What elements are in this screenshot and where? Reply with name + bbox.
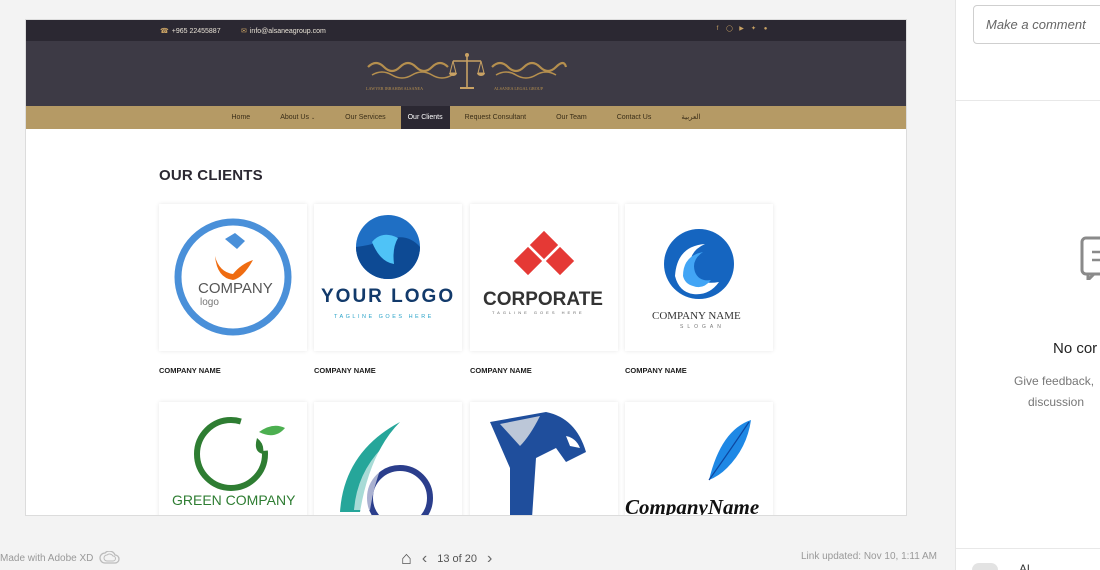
client-card[interactable] bbox=[314, 402, 462, 515]
whatsapp-icon[interactable]: ● bbox=[762, 26, 769, 33]
nav-our-clients[interactable]: Our Clients bbox=[400, 106, 450, 129]
client-card[interactable]: CORPORATE TAGLINE GOES HERE bbox=[470, 204, 618, 351]
email-contact[interactable]: ✉ info@alsaneagroup.com bbox=[241, 27, 326, 36]
nav-arabic[interactable]: العربية bbox=[666, 106, 715, 129]
logo-left-en: LAWYER IBRAHIM ALSANEA bbox=[366, 86, 423, 91]
comment-input[interactable]: Make a comment bbox=[973, 5, 1100, 44]
page-indicator: 13 of 20 bbox=[437, 552, 477, 565]
nav-arabic-label: العربية bbox=[681, 114, 701, 121]
divider bbox=[956, 100, 1100, 101]
client-name: COMPANY NAME bbox=[470, 366, 532, 375]
artboard-preview: ☎ +965 22455887 ✉ info@alsaneagroup.com … bbox=[25, 19, 907, 516]
client-logo-swoosh bbox=[340, 422, 433, 515]
nav-request-consultant[interactable]: Request Consultant bbox=[450, 106, 541, 129]
email-text: info@alsaneagroup.com bbox=[249, 27, 326, 35]
phone-text: +965 22455887 bbox=[171, 27, 221, 35]
comments-panel: Make a comment No cor Give feedback, dis… bbox=[955, 0, 1100, 570]
page-title: OUR CLIENTS bbox=[159, 167, 263, 184]
phone-contact[interactable]: ☎ +965 22455887 bbox=[160, 27, 221, 36]
no-comments-title: No cor bbox=[1053, 340, 1098, 357]
client-logo-green-company: GREEN COMPANY bbox=[172, 417, 296, 508]
client-logo-text: GREEN COMPANY bbox=[172, 492, 296, 508]
client-logo-sub: TAGLINE GOES HERE bbox=[492, 310, 585, 315]
nav-services-label: Our Services bbox=[345, 114, 386, 121]
viewer-bottom-bar: Made with Adobe XD ⌂ ‹ 13 of 20 › Link u… bbox=[0, 540, 955, 570]
client-card[interactable]: YOUR LOGO TAGLINE GOES HERE bbox=[314, 204, 462, 351]
nav-contact-label: Contact Us bbox=[616, 114, 652, 121]
made-with-label: Made with Adobe XD bbox=[0, 552, 94, 564]
creative-cloud-icon bbox=[99, 551, 121, 564]
client-logo-text: COMPANY bbox=[198, 280, 273, 297]
show-all-toggle[interactable] bbox=[972, 563, 998, 570]
twitter-icon[interactable]: ✦ bbox=[750, 26, 757, 33]
client-card[interactable] bbox=[470, 402, 618, 515]
nav-clients-label: Our Clients bbox=[407, 114, 443, 121]
social-links: f ◯ ▶ ✦ ● bbox=[714, 26, 769, 33]
hint-line-2: discussion bbox=[1028, 395, 1085, 409]
mail-icon: ✉ bbox=[241, 28, 247, 35]
toggle-label: Al bbox=[1019, 562, 1030, 570]
link-updated-text: Link updated: Nov 10, 1:11 AM bbox=[801, 551, 938, 562]
client-logo-sub: logo bbox=[200, 297, 219, 308]
nav-about-label: About Us bbox=[280, 114, 309, 121]
hint-line-1: Give feedback, bbox=[1014, 374, 1095, 388]
made-with-adobe-xd[interactable]: Made with Adobe XD bbox=[0, 551, 121, 565]
client-name: COMPANY NAME bbox=[159, 366, 221, 375]
facebook-icon[interactable]: f bbox=[714, 26, 721, 33]
client-logo-sub: TAGLINE GOES HERE bbox=[334, 314, 434, 320]
top-contact-bar: ☎ +965 22455887 ✉ info@alsaneagroup.com … bbox=[26, 20, 906, 41]
client-name: COMPANY NAME bbox=[314, 366, 376, 375]
youtube-icon[interactable]: ▶ bbox=[738, 26, 745, 33]
site-header: LAWYER IBRAHIM ALSANEA ALSANEA LEGAL GRO… bbox=[26, 41, 906, 106]
phone-icon: ☎ bbox=[160, 28, 169, 35]
client-logo-company: COMPANY logo bbox=[174, 218, 292, 336]
client-logo-sub: SLOGAN bbox=[680, 324, 725, 330]
client-logo-eagle bbox=[490, 412, 586, 515]
client-name: COMPANY NAME bbox=[625, 366, 687, 375]
page-navigation: ⌂ ‹ 13 of 20 › bbox=[401, 548, 492, 569]
nav-request-label: Request Consultant bbox=[464, 114, 527, 121]
client-logo-text: CORPORATE bbox=[483, 289, 603, 310]
client-card[interactable]: CompanyName bbox=[625, 402, 773, 516]
home-icon[interactable]: ⌂ bbox=[401, 548, 412, 569]
client-card[interactable]: COMPANY logo bbox=[159, 204, 307, 351]
clients-section: OUR CLIENTS COMPANY logo COMPANY NAME YO… bbox=[26, 129, 906, 516]
client-logo-your-logo: YOUR LOGO TAGLINE GOES HERE bbox=[321, 215, 455, 320]
nav-our-services[interactable]: Our Services bbox=[330, 106, 400, 129]
client-logo-text: COMPANY NAME bbox=[652, 310, 741, 322]
nav-about-us[interactable]: About Us ⌄ bbox=[265, 106, 330, 129]
client-logo-text: YOUR LOGO bbox=[321, 286, 455, 307]
client-logo-company-name: COMPANY NAME SLOGAN bbox=[652, 229, 741, 330]
comment-bubble-icon bbox=[1080, 236, 1100, 280]
client-card[interactable]: COMPANY NAME SLOGAN bbox=[625, 204, 773, 351]
next-page-button[interactable]: › bbox=[487, 550, 492, 568]
no-comments-hint: Give feedback, discussion bbox=[1014, 371, 1094, 413]
client-logo-corporate: CORPORATE TAGLINE GOES HERE bbox=[483, 230, 603, 315]
instagram-icon[interactable]: ◯ bbox=[726, 26, 733, 33]
nav-home[interactable]: Home bbox=[217, 106, 266, 129]
client-logo-text: CompanyName bbox=[625, 495, 759, 516]
prev-page-button[interactable]: ‹ bbox=[422, 550, 427, 568]
nav-home-label: Home bbox=[231, 114, 251, 121]
logo-right-en: ALSANEA LEGAL GROUP bbox=[494, 86, 544, 91]
divider bbox=[956, 548, 1100, 549]
nav-contact-us[interactable]: Contact Us bbox=[602, 106, 667, 129]
client-logo-feather: CompanyName bbox=[625, 420, 759, 516]
main-navigation: Home About Us ⌄ Our Services Our Clients… bbox=[26, 106, 906, 129]
site-logo[interactable]: LAWYER IBRAHIM ALSANEA ALSANEA LEGAL GRO… bbox=[366, 49, 568, 101]
client-card[interactable]: GREEN COMPANY bbox=[159, 402, 307, 515]
nav-our-team[interactable]: Our Team bbox=[541, 106, 602, 129]
nav-team-label: Our Team bbox=[556, 114, 587, 121]
chevron-down-icon: ⌄ bbox=[310, 115, 316, 121]
